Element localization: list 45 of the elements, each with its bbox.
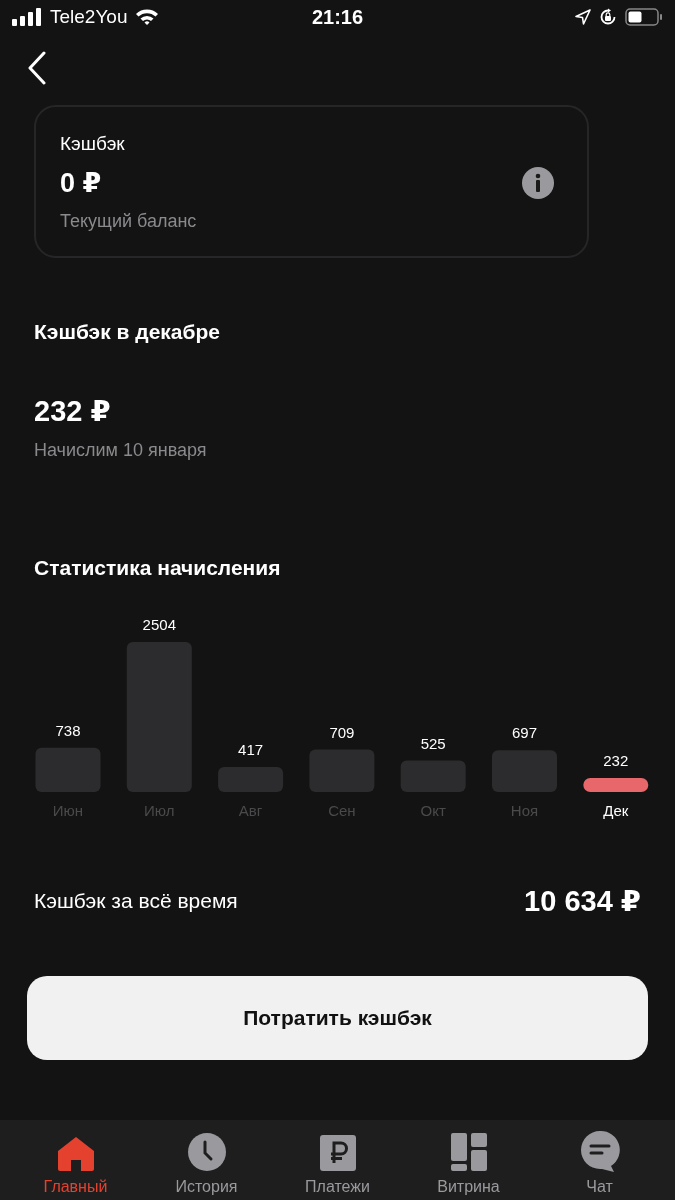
balance-amount: 0 ₽ [60, 167, 103, 199]
value-label: 232 [603, 752, 629, 769]
battery-icon [625, 8, 663, 26]
clock-icon [186, 1132, 227, 1172]
back-icon [27, 51, 47, 85]
ruble-icon [318, 1134, 357, 1172]
month-label: Июл [144, 802, 175, 819]
month-label: Авг [238, 802, 263, 819]
month-label: Ноя [510, 802, 539, 819]
card-title: Кэшбэк [60, 133, 126, 155]
value-label: 709 [329, 723, 355, 741]
tab-item[interactable]: Платежи [282, 1120, 393, 1200]
info-icon [521, 165, 555, 200]
chart-bar[interactable] [583, 778, 649, 792]
location-icon [575, 9, 591, 25]
spend-button[interactable]: Потратить кэшбэк [27, 976, 648, 1060]
month-label: Сен [328, 802, 356, 819]
value-label: 2504 [142, 616, 176, 633]
tab-item[interactable]: Чат [544, 1120, 655, 1200]
section-title: Кэшбэк в декабре [34, 320, 221, 344]
chat-bubble-icon [579, 1130, 620, 1172]
value-label: 525 [420, 734, 446, 752]
balance-caption: Текущий баланс [60, 211, 197, 232]
tab-item[interactable]: Витрина [413, 1120, 524, 1200]
month-label: Июн [52, 802, 84, 819]
rotation-lock-icon [599, 8, 617, 26]
month-label: Дек [603, 802, 629, 819]
signal-icon [12, 8, 42, 26]
month-label: Окт [420, 802, 446, 819]
total-amount: 10 634 ₽ [524, 884, 641, 918]
tab-item[interactable]: Главный [20, 1120, 131, 1200]
wifi-icon [135, 8, 160, 26]
value-label: 738 [55, 721, 81, 739]
total-label: Кэшбэк за всё время [34, 889, 238, 913]
section-title: Статистика начисления [33, 555, 282, 580]
month-caption: Начислим 10 января [34, 440, 208, 461]
value-label: 417 [238, 741, 264, 758]
carrier-name: Tele2You [50, 6, 128, 28]
info-button[interactable] [521, 165, 555, 200]
tab-item[interactable]: История [151, 1120, 262, 1200]
status-time: 21:16 [311, 5, 364, 29]
month-amount: 232 ₽ [34, 394, 112, 428]
value-label: 697 [512, 724, 537, 742]
grid-icon [449, 1132, 488, 1172]
house-icon [55, 1136, 96, 1172]
